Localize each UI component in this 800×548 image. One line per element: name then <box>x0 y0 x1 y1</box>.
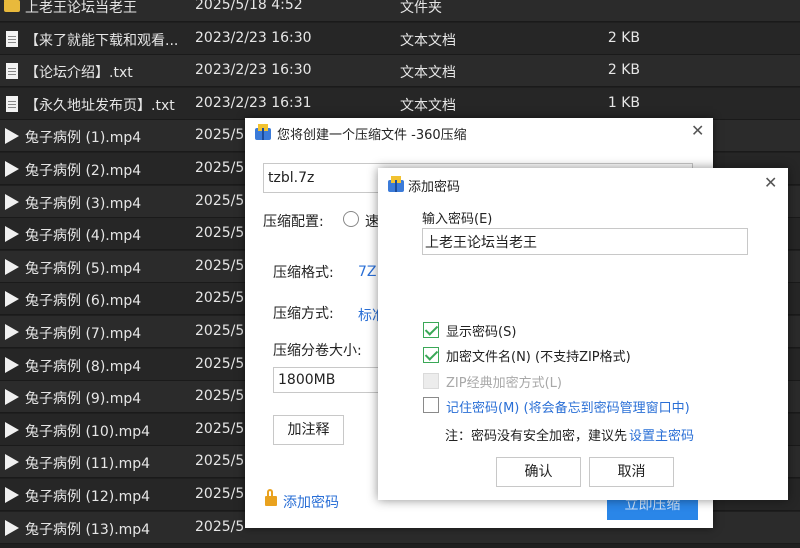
file-name: 兔子病例 (13).mp4 <box>25 521 151 538</box>
video-file-icon <box>5 291 19 308</box>
volume-size-label: 压缩分卷大小: <box>273 343 362 359</box>
password-dialog-title: 添加密码 <box>408 180 461 195</box>
zip-classic-label: ZIP经典加密方式(L) <box>446 376 562 391</box>
file-date: 2023/2/23 16:30 <box>195 62 312 79</box>
file-name: 兔子病例 (12).mp4 <box>25 489 151 505</box>
file-type: 文本文档 <box>400 32 456 49</box>
cancel-button[interactable]: 取消 <box>589 457 674 487</box>
lock-icon <box>265 489 277 506</box>
video-file-icon <box>5 356 19 373</box>
compress-method-label: 压缩方式: <box>273 306 334 322</box>
file-date: 2025/5 <box>195 160 245 176</box>
add-password-dialog: 添加密码 ✕ 输入密码(E) 上老王论坛当老王 显示密码(S) 加密文件名(N)… <box>378 168 788 500</box>
file-name: 兔子病例 (2).mp4 <box>25 163 142 179</box>
compress-config-label: 压缩配置: <box>263 214 324 230</box>
add-comment-button[interactable]: 加注释 <box>273 415 344 445</box>
360zip-logo-icon <box>388 176 404 192</box>
video-file-icon <box>5 258 19 275</box>
file-date: 2025/5 <box>195 453 245 470</box>
compress-dialog-title: 您将创建一个压缩文件 -360压缩 <box>277 128 467 143</box>
remember-password-checkbox[interactable] <box>423 397 439 413</box>
file-date: 2025/5 <box>195 257 245 274</box>
text-file-icon <box>6 30 18 47</box>
file-name: 兔子病例 (1).mp4 <box>25 130 142 147</box>
file-name: 兔子病例 (10).mp4 <box>25 423 151 440</box>
file-name: 【来了就能下载和观看... <box>25 32 179 49</box>
file-row[interactable]: 【论坛介绍】.txt 2023/2/23 16:30 文本文档 2 KB <box>0 55 800 88</box>
file-date: 2023/2/23 16:31 <box>195 94 312 111</box>
file-size: 2 KB <box>607 29 640 46</box>
file-name: 兔子病例 (7).mp4 <box>25 326 142 342</box>
ok-button[interactable]: 确认 <box>496 457 581 487</box>
video-file-icon <box>5 389 19 406</box>
show-password-label[interactable]: 显示密码(S) <box>446 321 516 340</box>
file-name: 上老王论坛当老王 <box>25 0 137 16</box>
video-file-icon <box>5 324 19 340</box>
show-password-checkbox[interactable] <box>423 322 439 338</box>
file-name: 兔子病例 (6).mp4 <box>25 293 142 310</box>
file-date: 2025/5/18 4:52 <box>195 0 303 13</box>
compress-format-label: 压缩格式: <box>273 265 334 281</box>
file-date: 2025/5 <box>195 323 245 339</box>
file-name: 兔子病例 (3).mp4 <box>25 195 142 212</box>
file-date: 2025/5 <box>195 420 245 437</box>
folder-icon <box>4 0 20 12</box>
file-size: 1 KB <box>607 94 640 111</box>
zip-classic-checkbox[interactable] <box>423 373 439 389</box>
file-name: 【永久地址发布页】.txt <box>25 97 175 114</box>
file-date: 2025/5 <box>195 192 245 209</box>
file-name: 兔子病例 (8).mp4 <box>25 358 142 375</box>
password-dialog-titlebar[interactable]: 添加密码 ✕ <box>378 168 788 198</box>
video-file-icon <box>5 454 19 471</box>
file-type: 文件夹 <box>400 0 442 16</box>
360zip-logo-icon <box>255 124 271 140</box>
file-date: 2025/5 <box>195 518 245 535</box>
file-name: 兔子病例 (4).mp4 <box>25 228 142 245</box>
password-input[interactable]: 上老王论坛当老王 <box>422 228 748 255</box>
remember-password-label[interactable]: 记住密码(M) (将会备忘到密码管理窗口中) <box>446 397 690 416</box>
config-radio[interactable] <box>343 211 359 227</box>
close-icon[interactable]: ✕ <box>691 121 704 140</box>
file-date: 2025/5 <box>195 127 245 144</box>
encrypt-filenames-label[interactable]: 加密文件名(N) (不支持ZIP格式) <box>446 346 631 365</box>
file-type: 文本文档 <box>400 97 456 114</box>
video-file-icon <box>5 421 19 438</box>
close-icon[interactable]: ✕ <box>764 173 777 192</box>
file-size: 2 KB <box>607 62 640 79</box>
video-file-icon <box>5 519 19 536</box>
video-file-icon <box>5 226 19 243</box>
file-name: 兔子病例 (9).mp4 <box>25 391 142 408</box>
file-row[interactable]: 上老王论坛当老王 2025/5/18 4:52 文件夹 <box>0 0 800 22</box>
password-input-label: 输入密码(E) <box>422 212 493 227</box>
security-note: 注：密码没有安全加密，建议先 <box>445 429 628 444</box>
file-name: 兔子病例 (11).mp4 <box>25 456 151 473</box>
text-file-icon <box>6 95 18 112</box>
compress-dialog-titlebar[interactable]: 您将创建一个压缩文件 -360压缩 ✕ <box>245 118 713 146</box>
file-date: 2025/5 <box>195 388 245 405</box>
file-date: 2025/5 <box>195 290 245 307</box>
compress-format-value[interactable]: 7Z <box>358 264 377 280</box>
file-name: 【论坛介绍】.txt <box>25 65 133 82</box>
file-date: 2025/5 <box>195 486 245 502</box>
encrypt-filenames-checkbox[interactable] <box>423 347 439 363</box>
file-date: 2025/5 <box>195 225 245 242</box>
video-file-icon <box>5 193 19 210</box>
add-password-link[interactable]: 添加密码 <box>283 492 339 512</box>
file-row[interactable]: 【来了就能下载和观看... 2023/2/23 16:30 文本文档 2 KB <box>0 22 800 55</box>
video-file-icon <box>5 161 19 177</box>
config-option-label: 速 <box>365 214 379 230</box>
file-type: 文本文档 <box>400 65 456 82</box>
file-date: 2023/2/23 16:30 <box>195 29 312 46</box>
text-file-icon <box>6 63 18 80</box>
video-file-icon <box>5 128 19 145</box>
volume-size-input[interactable]: 1800MB <box>273 367 383 393</box>
set-master-password-link[interactable]: 设置主密码 <box>629 425 694 444</box>
file-name: 兔子病例 (5).mp4 <box>25 260 142 277</box>
file-date: 2025/5 <box>195 355 245 372</box>
video-file-icon <box>5 487 19 503</box>
file-row[interactable]: 【永久地址发布页】.txt 2023/2/23 16:31 文本文档 1 KB <box>0 87 800 120</box>
